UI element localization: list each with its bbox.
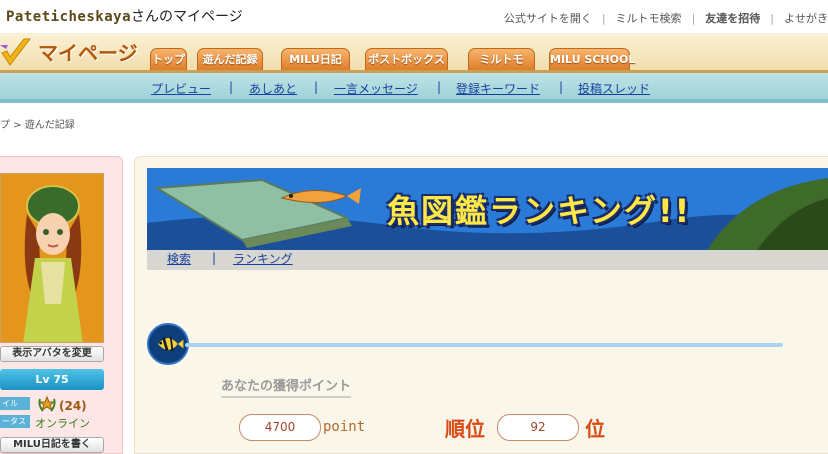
breadcrumb: プ > 遊んだ記録 — [0, 120, 75, 131]
username: Pateticheskaya — [6, 9, 132, 25]
banner-tab-separator: | — [212, 251, 217, 265]
status-label: ータス — [0, 415, 30, 428]
yosegaki-link[interactable]: よせがき — [784, 12, 828, 25]
checkmark-logo-icon — [0, 38, 32, 66]
official-site-link[interactable]: 公式サイトを開く — [504, 12, 592, 25]
rank-label: 順位 — [445, 417, 485, 441]
profile-panel: 表示アバタを変更 Lv 75 イル ータス (24) オンライン MILU日記を… — [0, 156, 123, 454]
tab-postbox[interactable]: ポストボックス — [365, 48, 448, 70]
miltomo-search-link[interactable]: ミルトモ検索 — [616, 12, 682, 25]
subnav-footprints[interactable]: あしあと — [249, 80, 297, 97]
points-value: 4700 — [239, 414, 321, 441]
subnav-separator: | — [437, 80, 442, 94]
laurel-medal-icon — [38, 395, 56, 412]
subnav-preview[interactable]: プレビュー — [151, 80, 211, 97]
subnav-one-line-message[interactable]: 一言メッセージ — [334, 80, 418, 97]
fish-ranking-banner: 魚図鑑ランキング!! — [147, 168, 828, 250]
subnav-separator: | — [314, 80, 319, 94]
points-unit: point — [323, 419, 366, 435]
points-label: あなたの獲得ポイント — [221, 375, 352, 398]
online-status: オンライン — [35, 417, 90, 430]
level-badge: Lv 75 — [0, 369, 104, 390]
mypage-logo[interactable]: マイページ — [38, 37, 138, 66]
invite-friend-link[interactable]: 友達を招待 — [705, 12, 760, 25]
style-label: イル — [0, 397, 30, 410]
tropical-fish-icon — [147, 323, 189, 365]
section-divider — [185, 343, 783, 347]
main-content: 魚図鑑ランキング!! 検索 | ランキング あなたの獲得ポイント 4700 po… — [134, 156, 828, 454]
rank-value: 92 — [497, 414, 579, 441]
tab-ranking[interactable]: ランキング — [233, 250, 293, 267]
subnav-separator: | — [229, 80, 234, 94]
change-avatar-button[interactable]: 表示アバタを変更 — [0, 346, 104, 362]
subnav-posted-threads[interactable]: 投稿スレッド — [578, 80, 650, 97]
item-count: (24) — [59, 399, 87, 413]
write-diary-button[interactable]: MILU日記を書く — [0, 437, 104, 453]
avatar[interactable] — [0, 173, 104, 343]
tab-top[interactable]: トップ — [150, 48, 187, 70]
rank-unit: 位 — [585, 417, 605, 441]
subnav-separator: | — [559, 80, 564, 94]
top-links: 公式サイトを開く | ミルトモ検索 | 友達を招待 | よせがき — [503, 12, 828, 25]
main-nav: マイページ トップ 遊んだ記録 MILU日記 ポストボックス ミルトモ MILU… — [0, 33, 828, 73]
page-owner-title: Pateticheskayaさんのマイページ — [6, 6, 243, 26]
tab-play-record[interactable]: 遊んだ記録 — [197, 48, 263, 70]
banner-title: 魚図鑑ランキング!! — [387, 192, 692, 230]
tab-search[interactable]: 検索 — [167, 250, 191, 267]
subnav-registered-keywords[interactable]: 登録キーワード — [456, 80, 540, 97]
tab-miltomo[interactable]: ミルトモ — [468, 48, 535, 70]
avatar-character-icon — [1, 174, 103, 342]
tab-milu-school[interactable]: MILU SCHOOL — [549, 48, 635, 70]
sub-nav: プレビュー | あしあと | 一言メッセージ | 登録キーワード | 投稿スレッ… — [0, 73, 828, 103]
username-suffix: さんのマイページ — [131, 9, 243, 25]
tab-milu-diary[interactable]: MILU日記 — [281, 48, 350, 70]
banner-tabs: 検索 | ランキング — [147, 250, 828, 270]
